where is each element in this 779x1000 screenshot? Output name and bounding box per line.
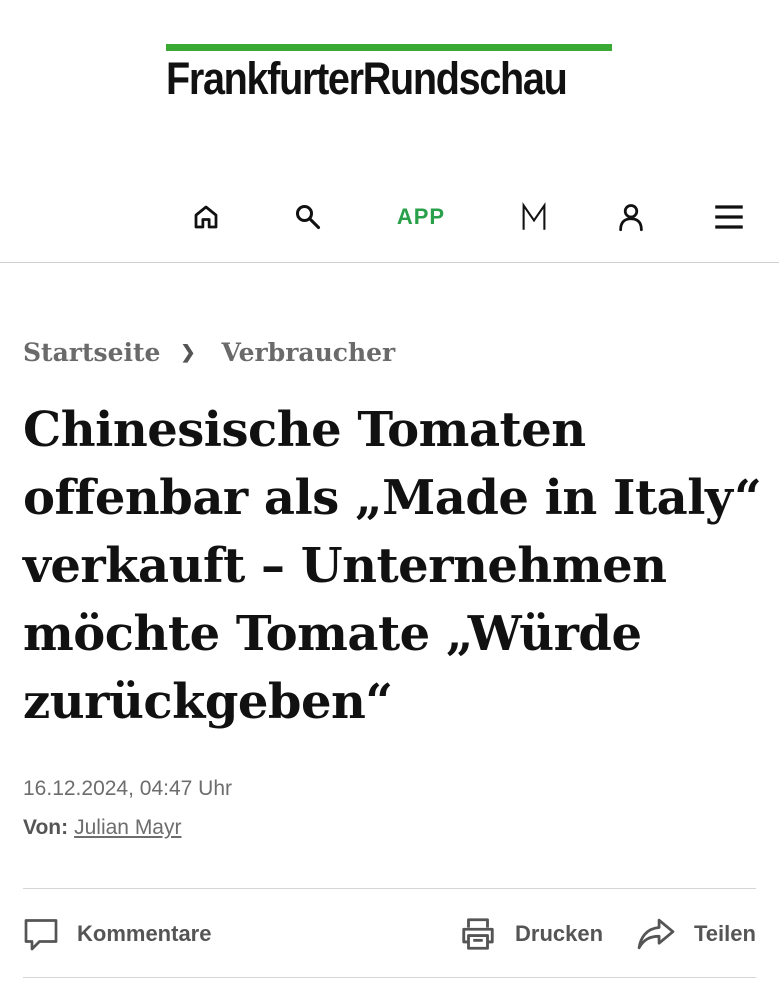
print-label: Drucken	[515, 921, 604, 946]
print-button[interactable]: Drucken	[459, 911, 603, 957]
nav-menu-button[interactable]	[709, 185, 749, 249]
breadcrumb-separator-icon: ❯	[180, 341, 196, 363]
nav-search-button[interactable]	[288, 185, 328, 249]
share-label: Teilen	[694, 921, 756, 946]
home-icon	[194, 205, 218, 229]
article-headline: Chinesische Tomaten offenbar als „Made i…	[23, 402, 762, 730]
site-logo[interactable]: FrankfurterRundschau	[166, 44, 612, 106]
logo-accent-bar	[166, 44, 612, 51]
article-actions-bar: Kommentare Drucken Teilen	[23, 888, 756, 978]
author-label: Von:	[23, 816, 69, 839]
share-button[interactable]: Teilen	[636, 911, 756, 957]
article-date: 16.12.2024, 04:47 Uhr	[23, 777, 232, 800]
breadcrumb-item-startseite[interactable]: Startseite	[23, 338, 160, 367]
m-icon	[522, 202, 546, 230]
comments-label: Kommentare	[77, 921, 212, 946]
article-author: Von: Julian Mayr	[23, 816, 181, 840]
author-link[interactable]: Julian Mayr	[74, 816, 181, 839]
top-navigation: APP	[0, 185, 779, 263]
breadcrumb-item-verbraucher[interactable]: Verbraucher	[222, 338, 396, 367]
nav-home-button[interactable]	[186, 185, 226, 249]
nav-app-link[interactable]: APP	[385, 185, 457, 249]
comment-icon	[24, 919, 58, 951]
logo-wordmark: FrankfurterRundschau	[166, 53, 568, 104]
nav-account-button[interactable]	[611, 185, 651, 249]
share-arrow-icon	[637, 918, 675, 950]
hamburger-menu-icon	[715, 205, 743, 229]
breadcrumb: Startseite ❯ Verbraucher	[23, 334, 395, 370]
nav-m-button[interactable]	[514, 185, 554, 249]
comments-button[interactable]: Kommentare	[23, 911, 211, 957]
user-icon	[619, 204, 643, 232]
printer-icon	[462, 918, 494, 950]
search-icon	[295, 204, 321, 230]
